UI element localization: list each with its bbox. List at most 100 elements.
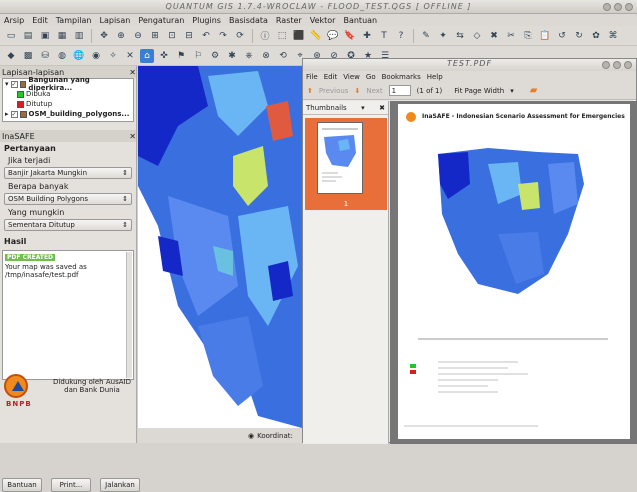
zoom-select[interactable]: Fit Page Width	[454, 87, 504, 95]
plugin-b-icon[interactable]: ⚑	[174, 49, 188, 63]
plugin-g-icon[interactable]: ⊗	[259, 49, 273, 63]
select-icon[interactable]: ⬚	[275, 29, 289, 43]
layer-item[interactable]: ▾ ✓ Bangunan yang diperkira...	[3, 76, 133, 92]
pdf-menu-file[interactable]: File	[306, 73, 318, 81]
menu-raster[interactable]: Raster	[276, 16, 302, 25]
menu-tampilan[interactable]: Tampilan	[56, 16, 92, 25]
pdf-menu-go[interactable]: Go	[366, 73, 376, 81]
document-view[interactable]: InaSAFE - Indonesian Scenario Assessment…	[390, 101, 637, 444]
page-number-input[interactable]: 1	[388, 85, 411, 96]
layer-item[interactable]: ▸ ✓ OSM_building_polygons...	[3, 109, 133, 119]
add-raster-icon[interactable]: ▩	[21, 49, 35, 63]
minimize-button[interactable]	[603, 3, 611, 11]
add-spatialite-icon[interactable]: ◍	[55, 49, 69, 63]
hazard-select[interactable]: Banjir Jakarta Mungkin ⇕	[4, 167, 132, 179]
pan-icon[interactable]: ✥	[97, 29, 111, 43]
thumbnails-dropdown-icon[interactable]: ▾	[361, 104, 365, 112]
plugin-a-icon[interactable]: ✜	[157, 49, 171, 63]
delete-selected-icon[interactable]: ✖	[487, 29, 501, 43]
help-button[interactable]: Bantuan	[2, 478, 42, 492]
plugin-h-icon[interactable]: ⟲	[276, 49, 290, 63]
refresh-icon[interactable]: ⟳	[233, 29, 247, 43]
annotation-icon[interactable]: T	[377, 29, 391, 43]
menu-vektor[interactable]: Vektor	[310, 16, 336, 25]
close-button[interactable]	[624, 61, 632, 69]
add-wfs-icon[interactable]: ◉	[89, 49, 103, 63]
menu-plugins[interactable]: Plugins	[192, 16, 221, 25]
zoom-selection-icon[interactable]: ⊟	[182, 29, 196, 43]
edit-pencil-icon[interactable]: ✎	[419, 29, 433, 43]
inasafe-icon[interactable]: ⌂	[140, 48, 154, 63]
new-shapefile-icon[interactable]: ✧	[106, 49, 120, 63]
maximize-button[interactable]	[613, 61, 621, 69]
pdf-menu-bookmarks[interactable]: Bookmarks	[382, 73, 421, 81]
move-feature-icon[interactable]: ⇆	[453, 29, 467, 43]
exposure-select[interactable]: OSM Building Polygons ⇕	[4, 193, 132, 205]
pdf-menu-help[interactable]: Help	[427, 73, 443, 81]
deselect-icon[interactable]: ⬛	[292, 29, 306, 43]
zoom-last-icon[interactable]: ↶	[199, 29, 213, 43]
menu-arsip[interactable]: Arsip	[4, 16, 24, 25]
thumbnail-page[interactable]	[317, 122, 363, 194]
measure-icon[interactable]: 📏	[309, 29, 323, 43]
folder-icon[interactable]: ▰	[530, 85, 538, 96]
close-button[interactable]	[625, 3, 633, 11]
pdf-menu-edit[interactable]: Edit	[324, 73, 338, 81]
add-vector-icon[interactable]: ◆	[4, 49, 18, 63]
thumbnails-label[interactable]: Thumbnails	[306, 104, 347, 112]
copy-icon[interactable]: ⎘	[521, 29, 535, 43]
print-button[interactable]: Print...	[51, 478, 91, 492]
menu-lapisan[interactable]: Lapisan	[100, 16, 131, 25]
plugin-c-icon[interactable]: ⚐	[191, 49, 205, 63]
run-button[interactable]: Jalankan	[100, 478, 140, 492]
node-tool-icon[interactable]: ◇	[470, 29, 484, 43]
map-tips-icon[interactable]: 💬	[326, 29, 340, 43]
previous-button[interactable]: Previous	[319, 87, 349, 95]
menu-edit[interactable]: Edit	[32, 16, 48, 25]
new-project-icon[interactable]: ▭	[4, 29, 18, 43]
menu-pengaturan[interactable]: Pengaturan	[138, 16, 184, 25]
plugin-d-icon[interactable]: ⚙	[208, 49, 222, 63]
bookmark-icon[interactable]: 🔖	[343, 29, 357, 43]
add-wms-icon[interactable]: 🌐	[72, 49, 86, 63]
menu-basisdata[interactable]: Basisdata	[229, 16, 268, 25]
print-composer-icon[interactable]: ▥	[72, 29, 86, 43]
cut-icon[interactable]: ✂	[504, 29, 518, 43]
layer-visibility-checkbox[interactable]: ✓	[10, 110, 18, 118]
save-project-icon[interactable]: ▣	[38, 29, 52, 43]
expand-arrow-icon[interactable]: ▾	[5, 80, 9, 88]
result-box[interactable]: PDF CREATED Your map was saved as /tmp/i…	[2, 250, 134, 380]
zoom-in-icon[interactable]: ⊕	[114, 29, 128, 43]
dock-close-icon[interactable]: ✕	[129, 132, 136, 141]
zoom-full-icon[interactable]: ⊞	[148, 29, 162, 43]
identify-icon[interactable]: ⓘ	[258, 29, 272, 43]
save-as-icon[interactable]: ▦	[55, 29, 69, 43]
help-icon[interactable]: ?	[394, 29, 408, 43]
new-bookmark-icon[interactable]: ✚	[360, 29, 374, 43]
thumbnail-selected[interactable]: 1	[305, 118, 387, 210]
plugin-e-icon[interactable]: ✱	[225, 49, 239, 63]
zoom-layer-icon[interactable]: ⊡	[165, 29, 179, 43]
undo-icon[interactable]: ↺	[555, 29, 569, 43]
zoom-next-icon[interactable]: ↷	[216, 29, 230, 43]
paste-icon[interactable]: 📋	[538, 29, 552, 43]
add-postgis-icon[interactable]: ⛁	[38, 49, 52, 63]
redo-icon[interactable]: ↻	[572, 29, 586, 43]
maximize-button[interactable]	[614, 3, 622, 11]
remove-layer-icon[interactable]: ✕	[123, 49, 137, 63]
minimize-button[interactable]	[602, 61, 610, 69]
python-console-icon[interactable]: ⌘	[606, 29, 620, 43]
next-button[interactable]: Next	[366, 87, 382, 95]
zoom-out-icon[interactable]: ⊖	[131, 29, 145, 43]
plugin-f-icon[interactable]: ⎈	[242, 49, 256, 63]
zoom-dropdown-icon[interactable]: ▾	[510, 87, 514, 95]
menu-bantuan[interactable]: Bantuan	[343, 16, 377, 25]
map-canvas[interactable]	[138, 66, 302, 428]
open-project-icon[interactable]: ▤	[21, 29, 35, 43]
pdf-menu-view[interactable]: View	[343, 73, 360, 81]
thumbnails-close-icon[interactable]: ✖	[379, 104, 385, 112]
add-feature-icon[interactable]: ✦	[436, 29, 450, 43]
grass-icon[interactable]: ✿	[589, 29, 603, 43]
result-scrollbar[interactable]	[126, 252, 132, 378]
layer-visibility-checkbox[interactable]: ✓	[10, 80, 18, 88]
